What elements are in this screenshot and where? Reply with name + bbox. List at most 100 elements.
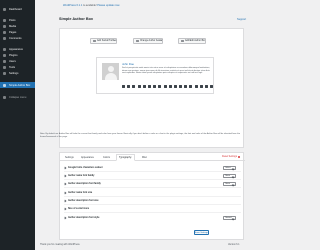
sidebar-item-label: Dashboard [9, 7, 22, 11]
settings-row-name-font-family: Author name font family None [63, 173, 240, 178]
wrench-icon [3, 65, 6, 69]
row-label: Author name font family [68, 174, 95, 177]
tab-misc[interactable]: Misc [140, 154, 149, 161]
tab-settings[interactable]: Settings [63, 154, 76, 161]
website-icon[interactable] [194, 85, 198, 88]
comment-icon [3, 36, 6, 40]
dribbble-icon[interactable] [163, 85, 167, 88]
email-icon[interactable] [189, 85, 193, 88]
flickr-icon[interactable] [179, 85, 183, 88]
sidebar-item-label: Simple Author Box [9, 83, 31, 87]
sidebar-item-collapse-menu[interactable]: Collapse menu [0, 94, 35, 100]
chevron-right-icon [63, 191, 67, 194]
plugin-icon [3, 53, 6, 57]
soundcloud-icon[interactable] [210, 85, 214, 88]
settings-tabs: Settings Appearance Colors Typography Mi… [60, 153, 245, 161]
sidebar-item-label: Plugins [9, 53, 18, 57]
footer-thanks: Thank you for creating with WordPress. [40, 244, 81, 246]
vimeo-icon[interactable] [168, 85, 172, 88]
sidebar-item-label: Collapse menu [9, 95, 27, 99]
settings-row-description-font-family: Author description font family None [63, 181, 240, 186]
page-title: Simple Author Box [59, 17, 94, 21]
chevron-right-icon [63, 216, 67, 219]
sidebar-item-dashboard[interactable]: Dashboard [0, 6, 35, 12]
dashboard-icon [3, 7, 6, 11]
chevron-right-icon [63, 174, 67, 177]
avatar[interactable] [102, 63, 119, 80]
row-label: Author name font size [68, 191, 93, 194]
button-label: Add/Edit Author Bio [185, 40, 205, 42]
sidebar-item-label: Users [9, 59, 16, 63]
settings-row-google-fonts-subset: Google fonts characters subset Select [63, 165, 240, 170]
avatar-head-shape [107, 66, 114, 72]
wordpress-version-link[interactable]: WordPress 6.1.1 [63, 4, 82, 7]
row-label: Author description font size [68, 199, 99, 202]
settings-row-description-font-style: Author description font style Normal [63, 215, 240, 220]
reddit-icon[interactable] [153, 85, 157, 88]
name-font-family-select[interactable]: None [223, 173, 236, 178]
reset-settings-link[interactable]: Reset Settings [222, 156, 240, 158]
button-label: Change Author Avatar [140, 40, 163, 42]
row-divider [64, 179, 241, 180]
chevron-right-icon [63, 166, 67, 169]
social-icons-row [122, 85, 214, 88]
settings-panel: Settings Appearance Colors Typography Mi… [59, 152, 245, 240]
sidebar-item-label: Media [9, 24, 17, 28]
github-icon[interactable] [158, 85, 162, 88]
tumblr-icon[interactable] [173, 85, 177, 88]
sidebar-item-settings[interactable]: Settings [0, 70, 35, 76]
notice-text: is available! [82, 4, 98, 7]
settings-row-description-font-size: Author description font size [63, 198, 240, 203]
page-icon [3, 30, 6, 34]
pinterest-icon[interactable] [142, 85, 146, 88]
row-divider [64, 196, 241, 197]
update-notice: WordPress 6.1.1 is available! Please upd… [63, 4, 120, 7]
facebook-icon[interactable] [122, 85, 125, 88]
behance-icon[interactable] [184, 85, 188, 88]
support-link[interactable]: Support [237, 18, 246, 21]
youtube-icon[interactable] [147, 85, 151, 88]
avatar-icon [136, 39, 139, 43]
sidebar-item-comments[interactable]: Comments [0, 35, 35, 41]
row-divider [64, 187, 241, 188]
main-content: WordPress 6.1.1 is available! Please upd… [35, 0, 250, 250]
twitter-icon[interactable] [127, 85, 131, 88]
tab-typography[interactable]: Typography [116, 154, 135, 161]
sidebar-item-label: Posts [9, 18, 16, 22]
tab-colors[interactable]: Colors [101, 154, 112, 161]
settings-row-social-icon-size: Size of social icons [63, 206, 240, 211]
sidebar-item-label: Pages [9, 30, 17, 34]
row-divider [64, 212, 241, 213]
reset-icon [238, 156, 240, 158]
rss-icon[interactable] [199, 85, 203, 88]
skype-icon[interactable] [205, 85, 208, 88]
description-font-style-select[interactable]: Normal [223, 215, 236, 220]
sidebar-item-simple-author-box[interactable]: Simple Author Box [0, 82, 35, 88]
instagram-icon[interactable] [137, 85, 141, 88]
google-fonts-subset-select[interactable]: Select [223, 165, 236, 170]
brush-icon [3, 47, 6, 51]
linkedin-icon[interactable] [132, 85, 136, 88]
sidebar-item-label: Appearance [9, 47, 23, 51]
plus-icon [93, 39, 96, 43]
reset-label: Reset Settings [222, 156, 237, 158]
author-bio: Sed ut perspiciatis unde omnis iste natu… [122, 67, 210, 75]
author-box-icon [3, 83, 6, 87]
sidebar-item-label: Comments [9, 36, 22, 40]
row-divider [64, 171, 241, 172]
description-font-family-select[interactable]: None [223, 181, 236, 186]
add-social-profiles-button[interactable]: Add Social Profiles [90, 38, 118, 44]
add-edit-author-bio-button[interactable]: Add/Edit Author Bio [178, 38, 206, 44]
update-now-link[interactable]: Please update now. [97, 4, 120, 7]
chevron-right-icon [63, 199, 67, 202]
collapse-icon [3, 95, 6, 99]
sidebar-item-label: Settings [9, 71, 19, 75]
settings-row-name-font-size: Author name font size [63, 190, 240, 195]
tab-appearance[interactable]: Appearance [79, 154, 96, 161]
author-name[interactable]: John Doe [122, 62, 134, 66]
footer-version: Version 6.1 [228, 244, 240, 246]
author-box: John Doe Sed ut perspiciatis unde omnis … [96, 57, 214, 94]
change-author-avatar-button[interactable]: Change Author Avatar [133, 38, 164, 44]
author-box-preview: Add Social Profiles Change Author Avatar… [59, 28, 244, 148]
save-settings-button[interactable]: Save Settings [194, 230, 209, 235]
